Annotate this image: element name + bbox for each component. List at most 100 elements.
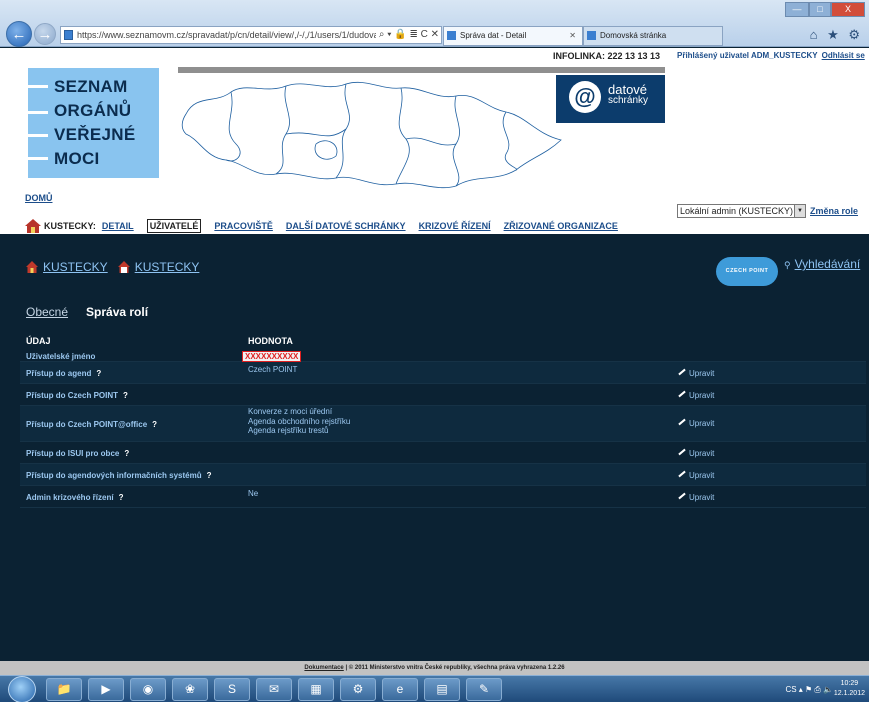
edit-link[interactable]: Upravit xyxy=(678,368,715,378)
start-button[interactable] xyxy=(8,676,36,702)
row-label-text: Přístup do ISUI pro obce xyxy=(26,449,120,458)
tab-title: Domovská stránka xyxy=(600,31,667,40)
logo-text-line: VEŘEJNÉ xyxy=(54,125,136,144)
nav-crisis-management[interactable]: KRIZOVÉ ŘÍZENÍ xyxy=(419,221,491,231)
site-header: SEZNAM ORGÁNŮ VEŘEJNÉ MOCI @ datové schr… xyxy=(0,48,869,234)
row-label: Přístup do agendových informačních systé… xyxy=(26,471,211,480)
logout-link[interactable]: Odhlásit se xyxy=(822,51,865,60)
edit-link[interactable]: Upravit xyxy=(678,492,714,502)
row-value: Konverze z moci úřední Agenda obchodního… xyxy=(248,407,351,435)
datove-schranky-logo[interactable]: @ datové schránky xyxy=(556,75,665,123)
edit-link[interactable]: Upravit xyxy=(678,448,715,458)
back-button[interactable]: ← xyxy=(6,21,32,47)
url-text: https://www.seznamovm.cz/spravadat/p/cn/… xyxy=(77,30,389,40)
ds-logo-text: schránky xyxy=(608,95,649,106)
edit-link[interactable]: Upravit xyxy=(678,470,715,480)
table-row: Přístup do Czech POINT@office? Konverze z… xyxy=(20,406,866,442)
edit-link[interactable]: Upravit xyxy=(678,418,714,428)
window-controls: — □ X xyxy=(785,2,865,17)
role-select[interactable]: Lokální admin (KUSTECKY) ▼ xyxy=(677,204,806,218)
icq-icon[interactable]: ❀ xyxy=(172,678,208,701)
sub-navigation: KUSTECKY: DETAIL UŽIVATELÉ PRACOVIŠTĚ DA… xyxy=(25,218,631,234)
change-role-link[interactable]: Změna role xyxy=(810,206,858,216)
internet-explorer-icon[interactable]: e xyxy=(382,678,418,701)
address-bar[interactable]: https://www.seznamovm.cz/spravadat/p/cn/… xyxy=(60,26,442,44)
logo-text-line: MOCI xyxy=(54,149,100,168)
logo-text-line: SEZNAM xyxy=(54,77,128,96)
breadcrumb-link[interactable]: KUSTECKY xyxy=(43,260,108,274)
address-bar-tools[interactable]: ⌕ ▾ 🔒 ≣ C ✕ xyxy=(375,27,439,43)
house-icon xyxy=(26,261,38,273)
search-icon: ⚲ xyxy=(784,260,791,270)
network-icon[interactable]: ⚙ xyxy=(340,678,376,701)
tab-close-button[interactable]: ✕ xyxy=(569,27,576,45)
spreadsheet-icon[interactable]: ▦ xyxy=(298,678,334,701)
browser-tab[interactable]: Domovská stránka xyxy=(583,26,723,46)
edit-label: Upravit xyxy=(689,449,715,458)
nav-users-active[interactable]: UŽIVATELÉ xyxy=(146,219,202,233)
help-icon[interactable]: ? xyxy=(119,493,124,502)
tab-roles-active[interactable]: Správa rolí xyxy=(86,305,148,319)
infoline-phone: INFOLINKA: 222 13 13 13 xyxy=(553,51,661,61)
owner-label: KUSTECKY: xyxy=(44,221,96,231)
copyright-text: | © 2011 Ministerstvo vnitra České repub… xyxy=(345,665,565,671)
row-label-text: Přístup do agend xyxy=(26,369,92,378)
maximize-button[interactable]: □ xyxy=(809,2,831,17)
edit-label: Upravit xyxy=(689,471,715,480)
row-value: Czech POINT xyxy=(248,365,298,374)
help-icon[interactable]: ? xyxy=(96,369,101,378)
table-row: Přístup do agendových informačních systé… xyxy=(20,464,866,486)
pencil-icon xyxy=(678,390,686,398)
row-label: Přístup do Czech POINT@office? xyxy=(26,420,157,429)
nav-detail[interactable]: DETAIL xyxy=(102,221,134,231)
row-label: Admin krizového řízení? xyxy=(26,493,123,502)
clock[interactable]: 10:29 12.1.2012 xyxy=(834,679,865,699)
help-icon[interactable]: ? xyxy=(124,449,129,458)
minimize-button[interactable]: — xyxy=(785,2,809,17)
breadcrumb-link[interactable]: KUSTECKY xyxy=(135,260,200,274)
pencil-icon xyxy=(678,418,686,426)
edit-link[interactable]: Upravit xyxy=(678,390,714,400)
nav-organizations[interactable]: ZŘIZOVANÉ ORGANIZACE xyxy=(504,221,618,231)
tab-general[interactable]: Obecné xyxy=(26,305,68,319)
help-icon[interactable]: ? xyxy=(207,471,212,480)
tab-favicon xyxy=(587,31,596,40)
forward-button[interactable]: → xyxy=(34,23,56,45)
close-button[interactable]: X xyxy=(831,2,865,17)
mail-icon[interactable]: ✉ xyxy=(256,678,292,701)
czechpoint-logo[interactable]: CZECH POINT xyxy=(716,257,778,286)
paint-icon[interactable]: ✎ xyxy=(466,678,502,701)
content-tabs: Obecné Správa rolí xyxy=(26,305,148,319)
role-select-value: Lokální admin (KUSTECKY) xyxy=(680,206,794,216)
explorer-icon[interactable]: 📁 xyxy=(46,678,82,701)
nav-workplaces[interactable]: PRACOVIŠTĚ xyxy=(214,221,273,231)
browser-tab-active[interactable]: Správa dat - Detail ✕ xyxy=(443,26,583,46)
logged-user-info: Přihlášený uživatel ADM_KUSTECKY Odhlásit… xyxy=(677,51,865,60)
firefox-icon[interactable]: ◉ xyxy=(130,678,166,701)
home-link[interactable]: DOMŮ xyxy=(25,193,53,203)
search-link[interactable]: ⚲ Vyhledávání xyxy=(784,257,860,271)
page-footer: Dokumentace | © 2011 Ministerstvo vnitra… xyxy=(0,661,869,675)
search-link-label: Vyhledávání xyxy=(794,257,861,271)
clock-time: 10:29 xyxy=(840,680,859,687)
edit-label: Upravit xyxy=(689,369,715,378)
row-label: Přístup do Czech POINT? xyxy=(26,391,128,400)
site-logo[interactable]: SEZNAM ORGÁNŮ VEŘEJNÉ MOCI xyxy=(28,68,159,178)
system-tray[interactable]: CS ▴ ⚑ ⎙ 🔈 xyxy=(785,676,833,702)
row-label: Přístup do ISUI pro obce? xyxy=(26,449,129,458)
skype-icon[interactable]: S xyxy=(214,678,250,701)
row-label-text: Přístup do Czech POINT@office xyxy=(26,420,148,429)
media-player-icon[interactable]: ▶ xyxy=(88,678,124,701)
chevron-down-icon[interactable]: ▼ xyxy=(794,205,805,217)
help-icon[interactable]: ? xyxy=(123,391,128,400)
logo-bar xyxy=(28,157,48,160)
documentation-link[interactable]: Dokumentace xyxy=(304,665,343,671)
help-icon[interactable]: ? xyxy=(152,420,157,429)
nav-other-databoxes[interactable]: DALŠÍ DATOVÉ SCHRÁNKY xyxy=(286,221,406,231)
home-favorites-settings-icons[interactable]: ⌂ ★ ⚙ xyxy=(810,27,863,43)
page-icon xyxy=(64,30,73,40)
document-icon[interactable]: ▤ xyxy=(424,678,460,701)
breadcrumb: KUSTECKY KUSTECKY xyxy=(26,260,209,274)
row-label-text: Admin krizového řízení xyxy=(26,493,114,502)
table-row: Přístup do Czech POINT? Upravit xyxy=(20,384,866,406)
